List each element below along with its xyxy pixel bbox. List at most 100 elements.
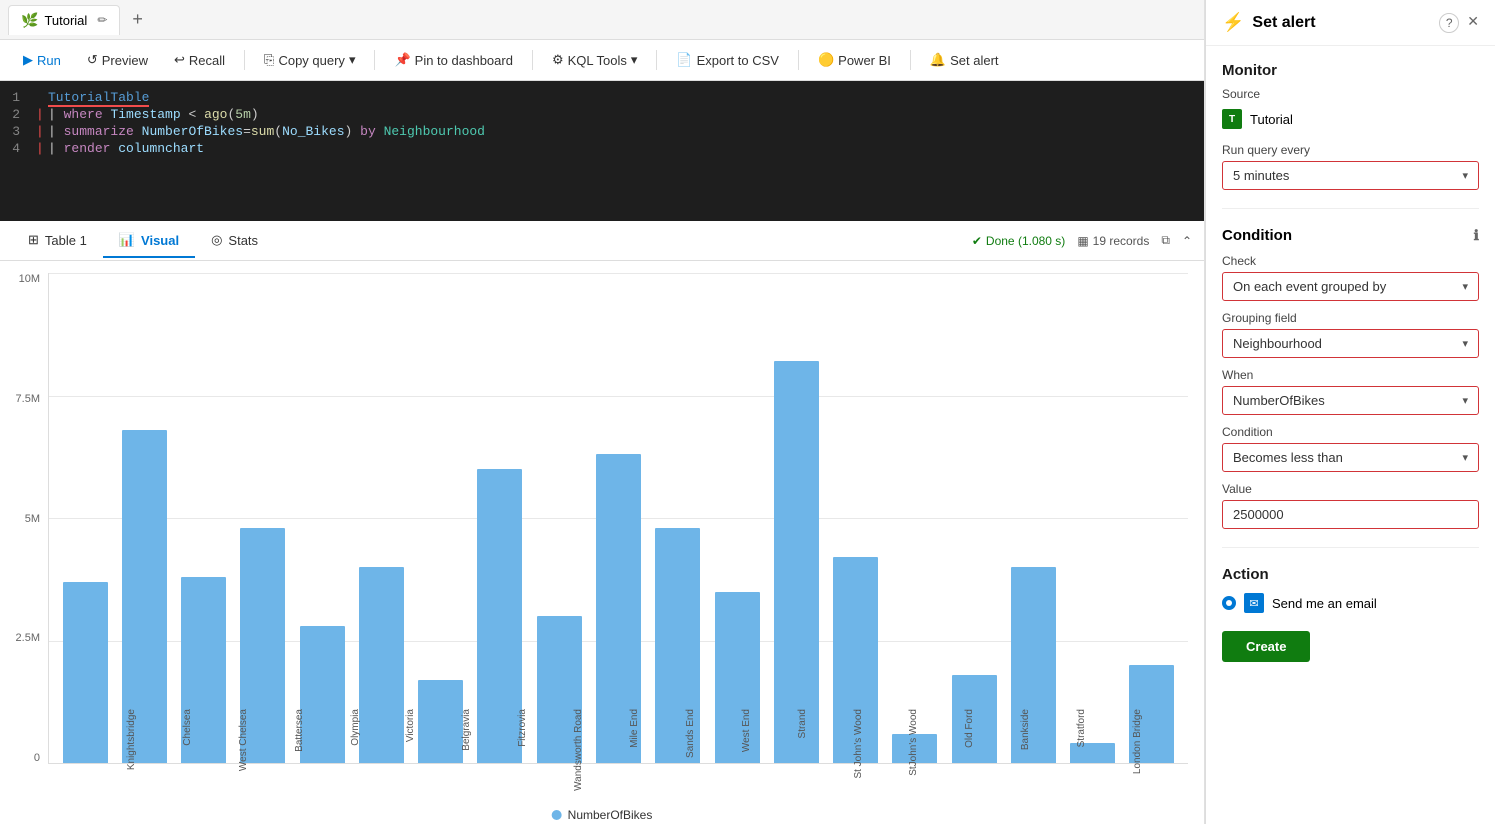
- x-label-text: Old Ford: [964, 709, 975, 748]
- x-label-text: Mile End: [629, 709, 640, 748]
- section-divider-1: [1222, 208, 1479, 209]
- email-icon: ✉: [1244, 593, 1264, 613]
- run-icon: ▶: [23, 52, 33, 68]
- copy-results-icon[interactable]: ⧉: [1161, 233, 1170, 248]
- set-alert-button[interactable]: 🔔 Set alert: [919, 46, 1010, 74]
- grouping-select[interactable]: Neighbourhood ▾: [1222, 329, 1479, 358]
- pin-icon: 📌: [394, 52, 410, 68]
- add-tab-button[interactable]: +: [124, 5, 151, 34]
- toolbar-separator-2: [374, 50, 375, 70]
- bar-group: [235, 273, 291, 763]
- export-icon: 📄: [676, 52, 692, 68]
- create-button[interactable]: Create: [1222, 631, 1310, 662]
- bar-group: [590, 273, 646, 763]
- panel-header-icons: ? ✕: [1439, 13, 1479, 33]
- table-icon: ⊞: [28, 232, 39, 248]
- bar-group: [1065, 273, 1121, 763]
- x-label-item: Stratford: [1055, 705, 1108, 763]
- x-label-item: Bankside: [999, 705, 1052, 763]
- when-field-group: When NumberOfBikes ▾: [1222, 368, 1479, 415]
- bar[interactable]: [774, 361, 819, 763]
- kql-tools-button[interactable]: ⚙ KQL Tools ▾: [541, 46, 648, 74]
- close-icon[interactable]: ✕: [1467, 13, 1479, 33]
- bar-group: [176, 273, 232, 763]
- x-label-text: Bankside: [1020, 709, 1031, 750]
- bar-group: [413, 273, 469, 763]
- kql-chevron-icon: ▾: [631, 52, 638, 68]
- x-label-text: Strand: [797, 709, 808, 738]
- pin-to-dashboard-button[interactable]: 📌 Pin to dashboard: [383, 46, 523, 74]
- chart-area: 10M 7.5M 5M 2.5M 0 KnightsbridgeChelseaW…: [0, 261, 1204, 824]
- bar-group: [353, 273, 409, 763]
- x-label-text: Victoria: [405, 709, 416, 742]
- x-label-item: Knightsbridge: [105, 705, 158, 763]
- tab-table1[interactable]: ⊞ Table 1: [12, 224, 103, 258]
- bar-group: [887, 273, 943, 763]
- export-csv-button[interactable]: 📄 Export to CSV: [665, 46, 790, 74]
- x-label-text: West Chelsea: [238, 709, 249, 771]
- tab-bar: 🌿 Tutorial ✏ +: [0, 0, 1204, 40]
- x-label-item: Strand: [776, 705, 829, 763]
- grouping-label: Grouping field: [1222, 311, 1479, 325]
- x-label-text: West End: [741, 709, 752, 752]
- condition-title: Condition ℹ: [1222, 227, 1479, 244]
- tab-tutorial[interactable]: 🌿 Tutorial ✏: [8, 5, 120, 35]
- bar-group: [57, 273, 113, 763]
- check-label: Check: [1222, 254, 1479, 268]
- panel-header: ⚡ Set alert ? ✕: [1206, 0, 1495, 46]
- value-input[interactable]: [1222, 500, 1479, 529]
- source-field-group: Source T Tutorial: [1222, 87, 1479, 133]
- grouping-value: Neighbourhood: [1233, 336, 1322, 351]
- check-value: On each event grouped by: [1233, 279, 1386, 294]
- check-select[interactable]: On each event grouped by ▾: [1222, 272, 1479, 301]
- send-email-radio[interactable]: [1222, 596, 1236, 610]
- tab-edit-icon[interactable]: ✏: [97, 13, 107, 27]
- powerbi-icon: 🟡: [818, 52, 834, 68]
- results-tabs: ⊞ Table 1 📊 Visual ◎ Stats ✔ Done (1.080…: [0, 221, 1204, 261]
- legend-label: NumberOfBikes: [568, 808, 653, 822]
- toolbar-separator-5: [798, 50, 799, 70]
- preview-button[interactable]: ↺ Preview: [76, 46, 159, 74]
- run-button[interactable]: ▶ Run: [12, 46, 72, 74]
- copy-icon: ⎘: [264, 52, 274, 68]
- x-label-text: Belgravia: [461, 709, 472, 751]
- x-label-text: Olympia: [350, 709, 361, 746]
- x-label-text: Battersea: [294, 709, 305, 752]
- x-label-item: Sands End: [664, 705, 717, 763]
- run-query-chevron-icon: ▾: [1462, 169, 1468, 182]
- recall-button[interactable]: ↩ Recall: [163, 46, 236, 74]
- legend-dot: [552, 810, 562, 820]
- monitor-title: Monitor: [1222, 62, 1479, 79]
- code-line-3: 3 | | summarize NumberOfBikes=sum(No_Bik…: [0, 123, 1204, 140]
- x-label-item: Old Ford: [943, 705, 996, 763]
- bar-group: [116, 273, 172, 763]
- bar-group: [472, 273, 528, 763]
- copy-query-button[interactable]: ⎘ Copy query ▾: [253, 46, 366, 74]
- code-line-2: 2 | | where Timestamp < ago(5m): [0, 106, 1204, 123]
- power-bi-button[interactable]: 🟡 Power BI: [807, 46, 902, 74]
- condition-info-icon[interactable]: ℹ: [1474, 227, 1479, 244]
- check-field-group: Check On each event grouped by ▾: [1222, 254, 1479, 301]
- x-label-item: Chelsea: [161, 705, 214, 763]
- tab-stats[interactable]: ◎ Stats: [195, 224, 274, 258]
- recall-icon: ↩: [174, 52, 185, 68]
- code-editor[interactable]: 1 TutorialTable 2 | | where Timestamp < …: [0, 81, 1204, 221]
- expand-icon[interactable]: ⌃: [1182, 234, 1192, 248]
- x-label-item: Wandsworth Road: [552, 705, 605, 763]
- action-row: ✉ Send me an email: [1222, 593, 1479, 613]
- x-label-text: StJohn's Wood: [908, 709, 919, 776]
- when-select[interactable]: NumberOfBikes ▾: [1222, 386, 1479, 415]
- x-label-text: Stratford: [1076, 709, 1087, 747]
- when-chevron-icon: ▾: [1462, 394, 1468, 407]
- x-label-text: St John's Wood: [853, 709, 864, 779]
- results-area: ⊞ Table 1 📊 Visual ◎ Stats ✔ Done (1.080…: [0, 221, 1204, 824]
- condition-select[interactable]: Becomes less than ▾: [1222, 443, 1479, 472]
- code-line-1: 1 TutorialTable: [0, 89, 1204, 106]
- help-icon[interactable]: ?: [1439, 13, 1459, 33]
- tab-visual[interactable]: 📊 Visual: [103, 224, 195, 258]
- run-query-select[interactable]: 5 minutes ▾: [1222, 161, 1479, 190]
- run-query-label: Run query every: [1222, 143, 1479, 157]
- checkmark-icon: ✔: [972, 234, 982, 248]
- preview-icon: ↺: [87, 52, 98, 68]
- x-label-item: Victoria: [384, 705, 437, 763]
